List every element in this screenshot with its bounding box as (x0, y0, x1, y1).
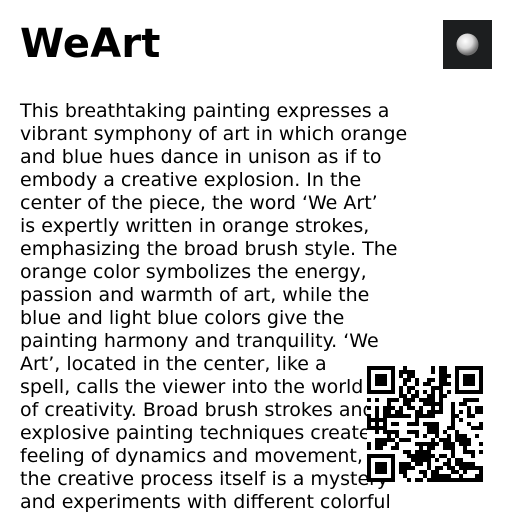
qr-code-icon[interactable] (367, 366, 483, 482)
page-title: WeArt (20, 21, 161, 67)
page: WeArt This breathtaking painting express… (0, 0, 512, 512)
artwork-thumbnail-icon[interactable] (443, 20, 492, 69)
